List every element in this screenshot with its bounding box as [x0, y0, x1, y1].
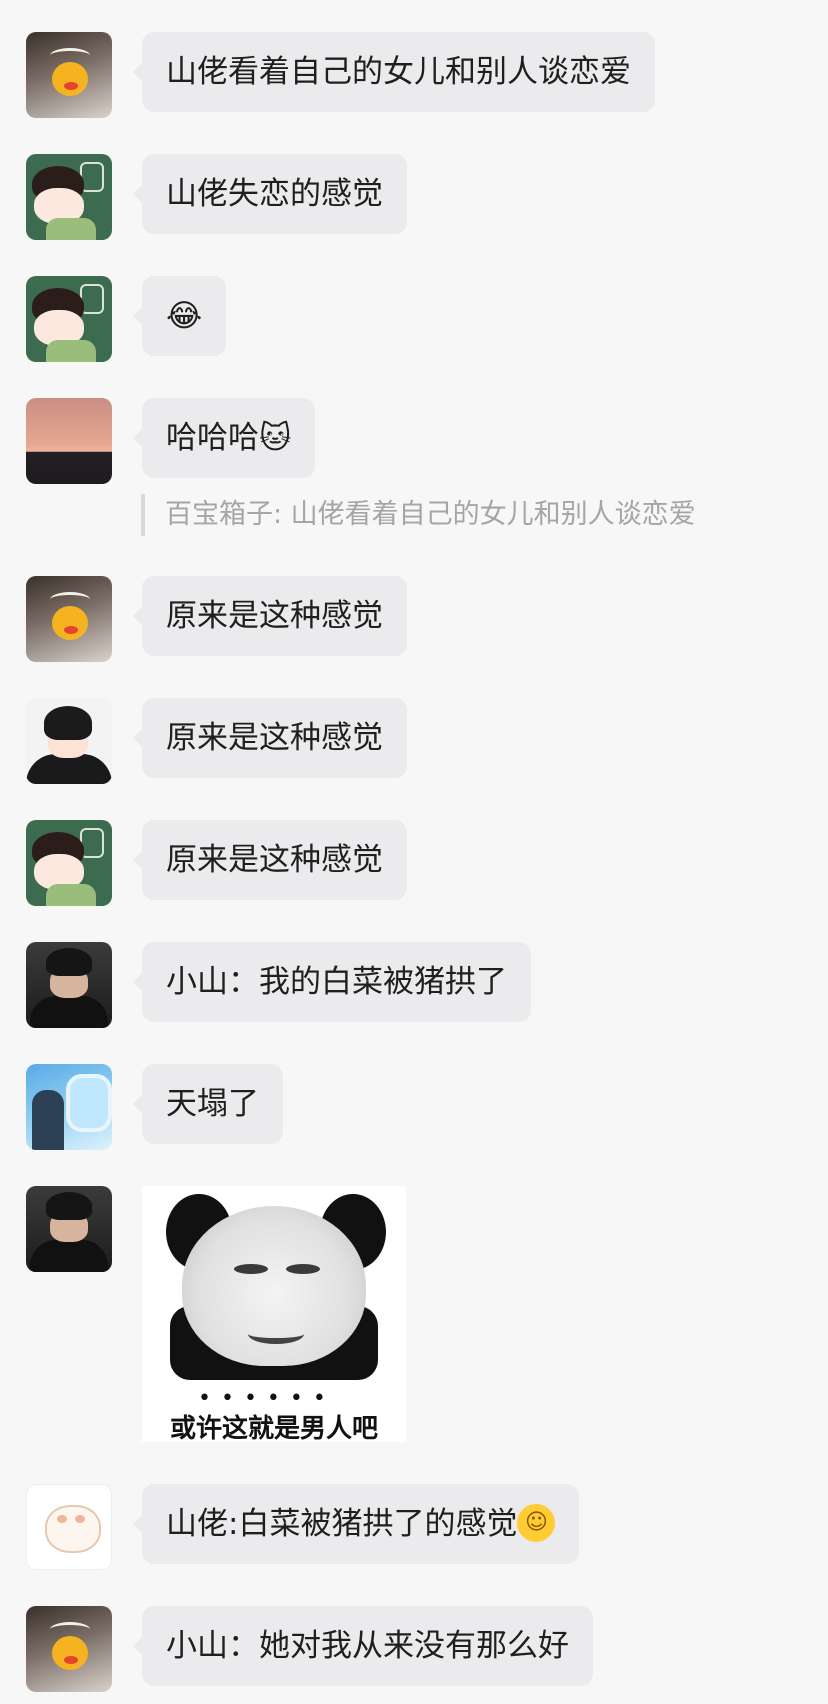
avatar[interactable] — [26, 154, 112, 240]
avatar[interactable] — [26, 942, 112, 1028]
message-row: 山佬看着自己的女儿和别人谈恋爱 — [26, 32, 655, 118]
avatar[interactable] — [26, 820, 112, 906]
avatar[interactable] — [26, 576, 112, 662]
message-text: 哈哈哈 — [166, 420, 259, 456]
message-row: 原来是这种感觉 — [26, 576, 407, 662]
message-row: 山佬失恋的感觉 — [26, 154, 407, 240]
duck-icon — [52, 62, 88, 96]
message-row: 天塌了 — [26, 1064, 283, 1150]
crown-icon — [50, 592, 90, 607]
message-bubble[interactable]: 原来是这种感觉 — [133, 698, 407, 778]
duck-icon — [52, 1636, 88, 1670]
avatar[interactable] — [26, 276, 112, 362]
tears-of-joy-emoji: 😂 — [166, 298, 203, 334]
message-row: 原来是这种感觉 — [26, 698, 407, 784]
message-bubble[interactable]: 😂 — [132, 276, 227, 356]
avatar[interactable] — [26, 398, 112, 484]
message-bubble[interactable]: 山佬:白菜被猪拱了的感觉 ☺ — [132, 1484, 580, 1564]
message-row: 小山：她对我从来没有那么好 — [26, 1606, 593, 1692]
message-bubble[interactable]: 原来是这种感觉 — [133, 576, 407, 656]
avatar[interactable] — [26, 1484, 112, 1570]
message-row: 山佬:白菜被猪拱了的感觉 ☺ — [26, 1484, 580, 1570]
reply-quote[interactable]: 百宝箱子: 山佬看着自己的女儿和别人谈恋爱 — [141, 494, 696, 536]
avatar[interactable] — [26, 1186, 112, 1272]
message-text: 山佬:白菜被猪拱了的感觉 — [166, 1506, 518, 1542]
message-bubble[interactable]: 小山：我的白菜被猪拱了 — [133, 942, 531, 1022]
message-row: 😂 — [26, 276, 227, 362]
duck-icon — [52, 606, 88, 640]
message-row: 小山：我的白菜被猪拱了 — [26, 942, 531, 1028]
avatar[interactable] — [26, 1064, 112, 1150]
message-bubble[interactable]: 小山：她对我从来没有那么好 — [133, 1606, 593, 1686]
message-bubble[interactable]: 山佬失恋的感觉 — [133, 154, 407, 234]
message-bubble[interactable]: 哈哈哈🐱 — [132, 398, 316, 478]
message-row: 原来是这种感觉 — [26, 820, 407, 906]
message-row: 哈哈哈🐱 — [26, 398, 316, 484]
chat-frame: 山佬看着自己的女儿和别人谈恋爱 山佬失恋的感觉 😂 哈哈哈🐱 百宝箱子: 山佬看… — [0, 0, 828, 1704]
message-bubble[interactable]: 山佬看着自己的女儿和别人谈恋爱 — [133, 32, 655, 112]
panda-meme-sticker[interactable]: •••••• 或许这就是男人吧 — [142, 1186, 406, 1444]
crown-icon — [50, 48, 90, 63]
crown-icon — [50, 1622, 90, 1637]
message-bubble[interactable]: 天塌了 — [133, 1064, 283, 1144]
message-row: •••••• 或许这就是男人吧 — [26, 1186, 406, 1444]
avatar[interactable] — [26, 698, 112, 784]
sticker-caption: 或许这就是男人吧 — [169, 1414, 378, 1444]
smiling-face-emoji: ☺ — [517, 1503, 556, 1542]
avatar[interactable] — [26, 32, 112, 118]
message-bubble[interactable]: 原来是这种感觉 — [133, 820, 407, 900]
cat-icon — [45, 1505, 101, 1553]
cat-emoji: 🐱 — [259, 420, 292, 456]
avatar[interactable] — [26, 1606, 112, 1692]
